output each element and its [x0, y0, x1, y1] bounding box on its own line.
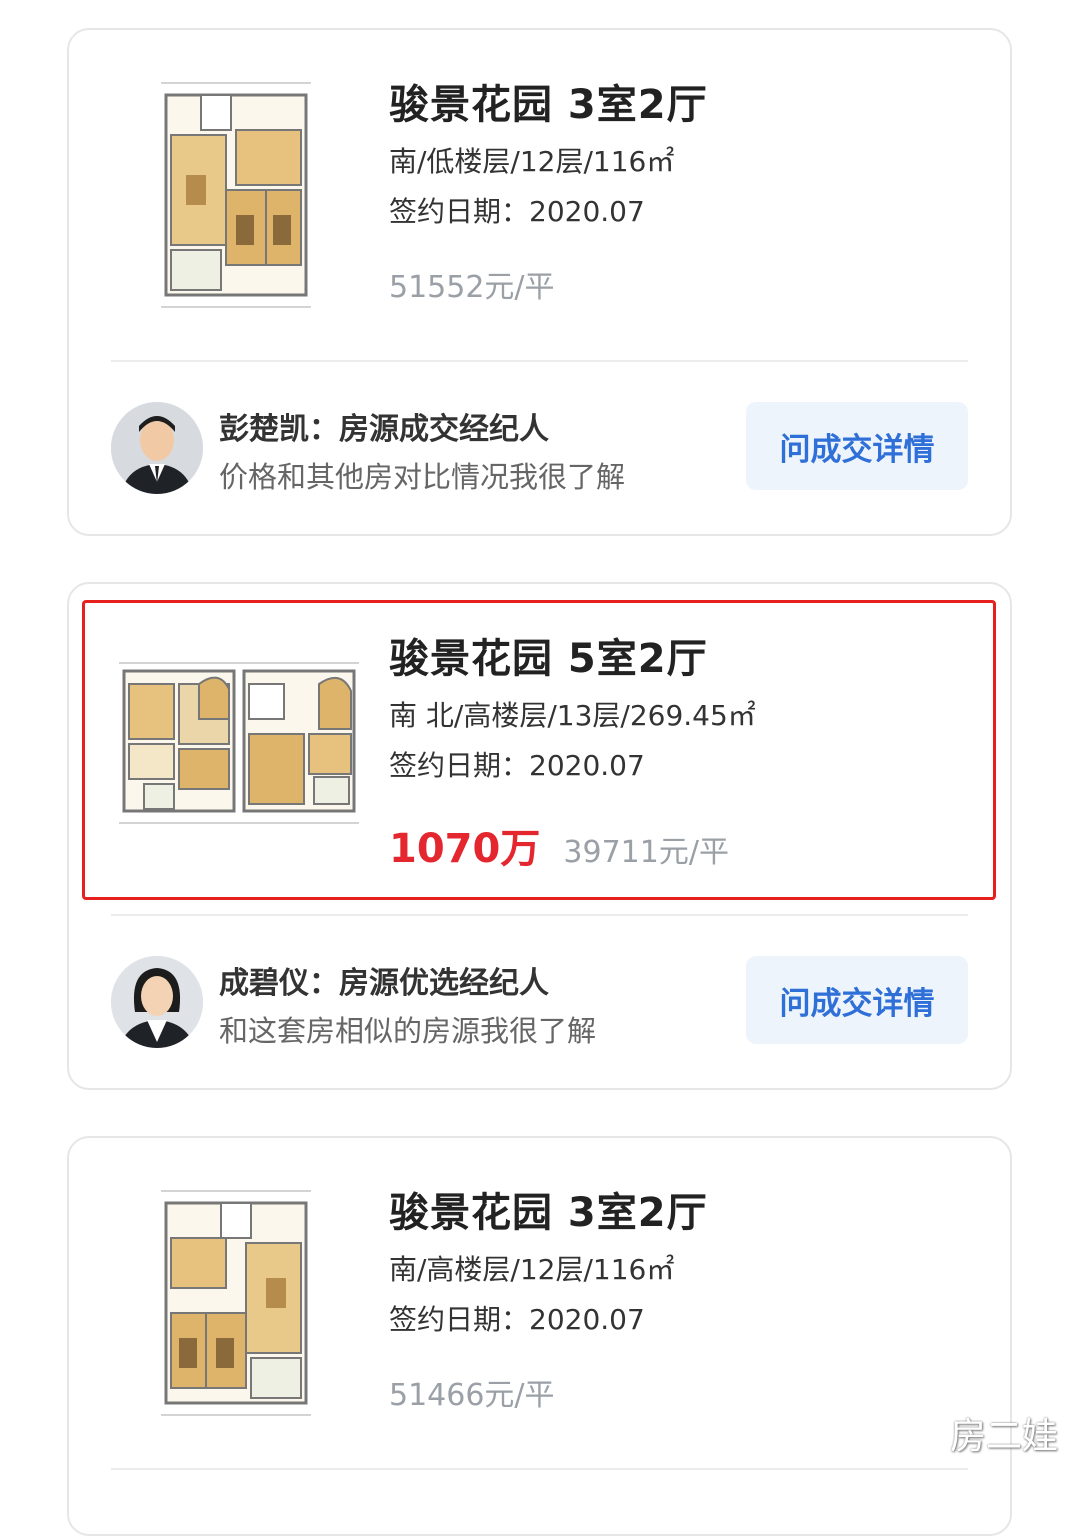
- floorplan-image: [119, 662, 359, 824]
- agent-description: 价格和其他房对比情况我很了解: [219, 460, 626, 494]
- avatar[interactable]: [111, 402, 203, 494]
- listing-title: 骏景花园 5室2厅: [389, 636, 708, 682]
- listing-card[interactable]: 骏景花园 3室2厅 南/高楼层/12层/116㎡ 签约日期：2020.07 51…: [67, 1136, 1012, 1536]
- listing-title: 骏景花园 3室2厅: [389, 82, 708, 128]
- agent-name: 彭楚凯：房源成交经纪人: [219, 412, 549, 447]
- floorplan-image: [161, 1190, 311, 1416]
- price-row: 51466元/平: [389, 1370, 555, 1414]
- agent-row: 成碧仪：房源优选经纪人 和这套房相似的房源我很了解 问成交详情: [69, 916, 1010, 1090]
- sign-date: 签约日期：2020.07: [389, 1303, 645, 1336]
- ask-deal-details-button[interactable]: 问成交详情: [746, 956, 968, 1044]
- sign-date: 签约日期：2020.07: [389, 749, 645, 782]
- listing-meta: 南/高楼层/12层/116㎡: [389, 1253, 675, 1286]
- listing-card[interactable]: 骏景花园 5室2厅 南 北/高楼层/13层/269.45㎡ 签约日期：2020.…: [67, 582, 1012, 1090]
- unit-price: 51466元/平: [389, 1378, 555, 1413]
- price-row: 51552元/平: [389, 262, 555, 306]
- listing-card[interactable]: 骏景花园 3室2厅 南/低楼层/12层/116㎡ 签约日期：2020.07 51…: [67, 28, 1012, 536]
- agent-row: 彭楚凯：房源成交经纪人 价格和其他房对比情况我很了解 问成交详情: [69, 362, 1010, 536]
- listing-meta: 南/低楼层/12层/116㎡: [389, 145, 675, 178]
- watermark: 房二娃: [949, 1416, 1058, 1457]
- listing-info[interactable]: 骏景花园 3室2厅 南/低楼层/12层/116㎡ 签约日期：2020.07 51…: [69, 30, 1010, 360]
- listing-info[interactable]: 骏景花园 5室2厅 南 北/高楼层/13层/269.45㎡ 签约日期：2020.…: [69, 584, 1010, 914]
- unit-price: 39711元/平: [563, 835, 729, 870]
- agent-avatar-icon: [111, 402, 203, 494]
- floorplan-image: [161, 82, 311, 308]
- price-row: 1070万 39711元/平: [389, 816, 729, 874]
- avatar[interactable]: [111, 956, 203, 1048]
- unit-price: 51552元/平: [389, 270, 555, 305]
- ask-deal-details-button[interactable]: 问成交详情: [746, 402, 968, 490]
- listing-title: 骏景花园 3室2厅: [389, 1190, 708, 1236]
- sign-date: 签约日期：2020.07: [389, 195, 645, 228]
- listing-info[interactable]: 骏景花园 3室2厅 南/高楼层/12层/116㎡ 签约日期：2020.07 51…: [69, 1138, 1010, 1468]
- listing-meta: 南 北/高楼层/13层/269.45㎡: [389, 699, 756, 732]
- divider: [111, 1468, 968, 1470]
- agent-name: 成碧仪：房源优选经纪人: [219, 966, 549, 1001]
- agent-description: 和这套房相似的房源我很了解: [219, 1014, 597, 1048]
- total-price: 1070万: [389, 826, 541, 872]
- agent-avatar-icon: [111, 956, 203, 1048]
